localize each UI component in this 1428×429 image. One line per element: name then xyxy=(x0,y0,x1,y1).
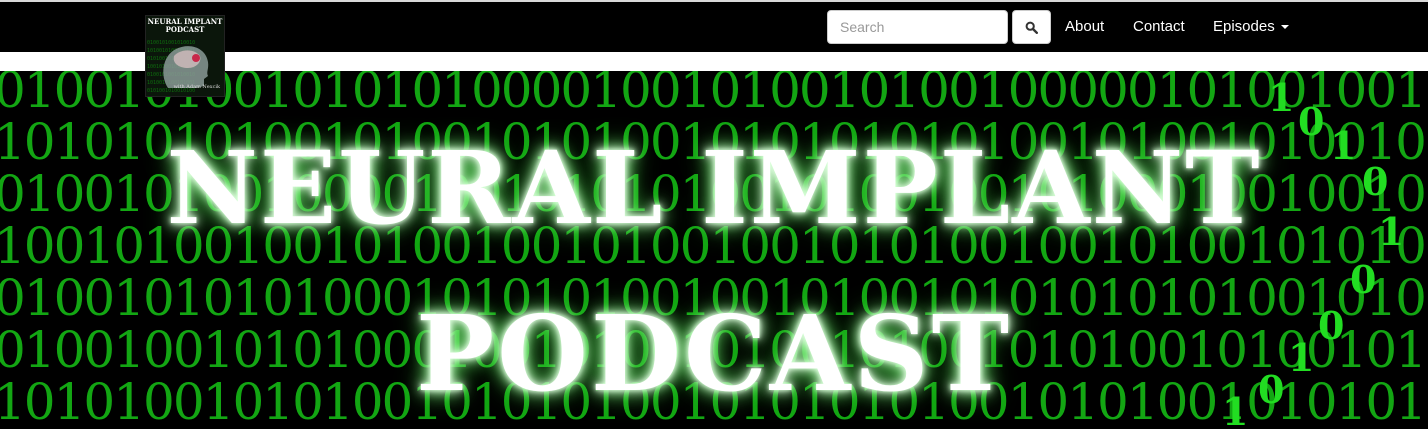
logo-subtitle: with Adam Nexcik xyxy=(173,84,220,90)
logo-title: NEURAL IMPLANT PODCAST xyxy=(147,17,223,34)
hero-title-line2: PODCAST xyxy=(416,292,1012,415)
hero-title-line1: NEURAL IMPLANT xyxy=(166,129,1262,247)
nav-episodes-label: Episodes xyxy=(1213,18,1275,35)
search-button[interactable] xyxy=(1012,10,1051,44)
hero-banner: 0100101001010101000010010100101001000001… xyxy=(0,71,1428,429)
search-input[interactable] xyxy=(827,10,1008,44)
search-icon xyxy=(1019,21,1044,34)
falling-digit: 0 xyxy=(1350,257,1377,302)
nav-about-link[interactable]: About xyxy=(1065,18,1104,36)
nav-episodes-dropdown[interactable]: Episodes xyxy=(1213,18,1289,36)
nav-contact-link[interactable]: Contact xyxy=(1133,18,1185,36)
svg-text:0100101001010010: 0100101001010010 xyxy=(147,40,195,46)
caret-down-icon xyxy=(1280,25,1289,30)
podcast-logo[interactable]: 0100101001010010 1010010100100101 010100… xyxy=(145,15,225,97)
falling-digit: 1 xyxy=(1268,75,1295,120)
